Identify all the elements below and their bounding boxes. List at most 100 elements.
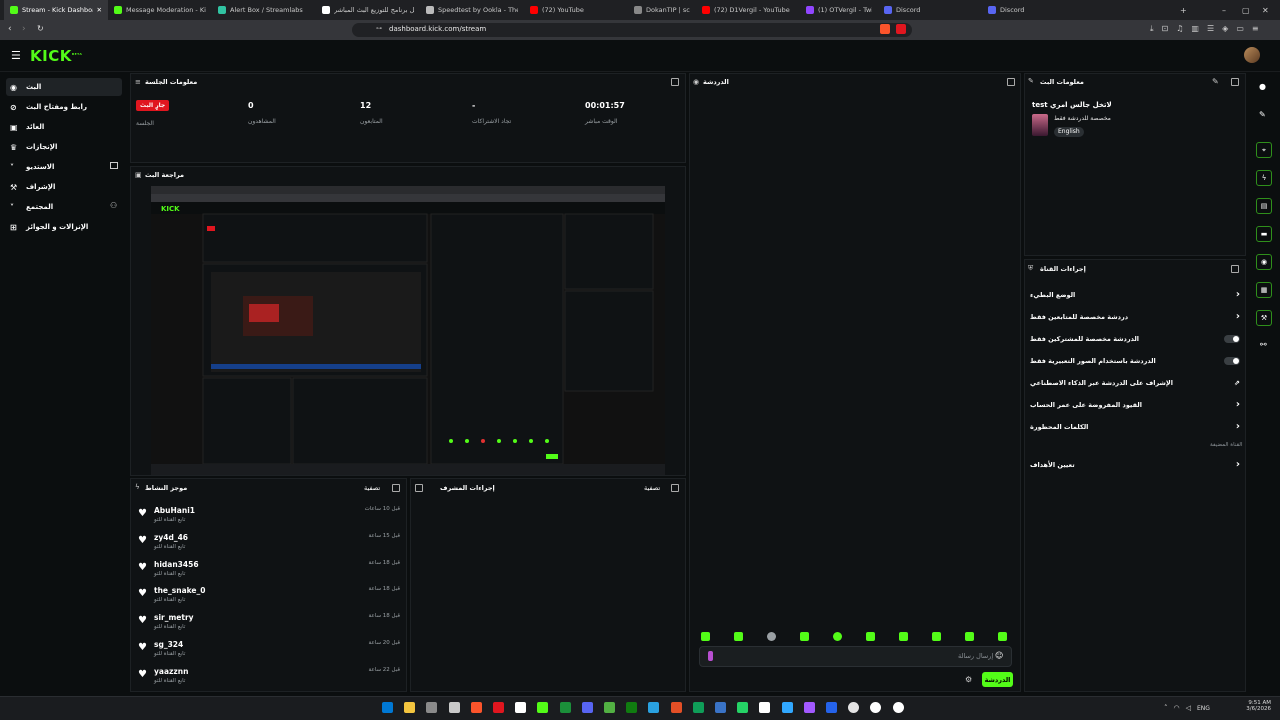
spotify-icon[interactable] bbox=[537, 702, 549, 713]
channel-action-row[interactable]: القيود المفروضة على عمر الحساب › bbox=[1030, 399, 1240, 415]
browser-tab[interactable]: DokanTIP | scrptd bbox=[628, 0, 696, 20]
emote-icon[interactable] bbox=[965, 632, 974, 641]
browser-tab[interactable]: Message Moderation - Kick D bbox=[108, 0, 212, 20]
screenshot-icon[interactable]: ⊡ bbox=[1162, 24, 1169, 36]
browser-tab[interactable]: (72) D1Vergil - YouTube bbox=[696, 0, 800, 20]
xbox-icon[interactable] bbox=[604, 702, 615, 713]
set-goals-row[interactable]: تعيين الأهداف › bbox=[1030, 459, 1240, 475]
follower-name[interactable]: sg_324 bbox=[154, 640, 183, 649]
more-icon[interactable]: ≡ bbox=[1252, 24, 1259, 36]
stream-preview-video[interactable]: KICK bbox=[151, 186, 665, 475]
close-tab-icon[interactable]: ✕ bbox=[97, 6, 102, 14]
info-circle-icon[interactable]: ● bbox=[1259, 82, 1266, 91]
sidebar-item[interactable]: ◉ البث bbox=[6, 78, 122, 96]
mod-filter-button[interactable]: تصفية bbox=[644, 484, 660, 492]
channel-action-row[interactable]: الوضع البطيء › bbox=[1030, 289, 1240, 305]
file-explorer-icon[interactable] bbox=[404, 702, 416, 713]
extension-icon[interactable] bbox=[896, 24, 906, 34]
channel-action-row[interactable]: الكلمات المحظورة › bbox=[1030, 421, 1240, 437]
maximize-button[interactable]: ▢ bbox=[1242, 0, 1250, 20]
steam-icon[interactable] bbox=[715, 702, 726, 713]
site-info-icon[interactable]: ⊶ bbox=[376, 25, 382, 32]
follower-name[interactable]: the_snake_0 bbox=[154, 586, 205, 595]
kick-logo[interactable]: KICKBETA bbox=[30, 47, 82, 65]
share-icon[interactable]: ⚯ bbox=[1260, 340, 1267, 349]
avatar[interactable] bbox=[1244, 47, 1260, 63]
popout-icon[interactable] bbox=[671, 78, 679, 86]
sidebar-item[interactable]: ⊞ الإنزالات و الجوائز bbox=[6, 218, 122, 236]
follower-name[interactable]: sir_metry bbox=[154, 613, 194, 622]
studio-screen-icon[interactable] bbox=[110, 162, 118, 169]
close-window-button[interactable]: ✕ bbox=[1262, 0, 1269, 20]
focus-icon[interactable]: ⌖ bbox=[1256, 142, 1272, 158]
browser-tab[interactable]: أفضل برنامج للتوزيع البث المباشر ... bbox=[316, 0, 420, 20]
telegram-icon[interactable] bbox=[648, 702, 660, 713]
reload-icon[interactable]: ↻ bbox=[37, 24, 44, 33]
clipboard-icon[interactable]: ▤ bbox=[1256, 198, 1272, 214]
save-icon[interactable]: ▦ bbox=[1256, 282, 1272, 298]
sidebar-item[interactable]: ˅ المجتمع bbox=[6, 198, 122, 216]
back-icon[interactable]: ‹ bbox=[8, 24, 12, 34]
community-users-icon[interactable]: ⚇ bbox=[110, 201, 117, 210]
emote-icon[interactable] bbox=[998, 632, 1007, 641]
sidebar-item[interactable]: ⊘ رابط ومفتاح البث bbox=[6, 98, 122, 116]
emote-icon[interactable] bbox=[800, 632, 809, 641]
windows-icon[interactable] bbox=[448, 702, 460, 713]
popout-icon[interactable] bbox=[415, 484, 423, 492]
emote-icon[interactable] bbox=[932, 632, 941, 641]
browser-tab[interactable]: Discord bbox=[982, 0, 1086, 20]
popout-icon[interactable] bbox=[1231, 265, 1239, 273]
follower-name[interactable]: AbuHani1 bbox=[154, 506, 195, 515]
brave-shield-icon[interactable] bbox=[880, 24, 890, 34]
channel-action-row[interactable]: دردشة مخصصة للمتابعين فقط › bbox=[1030, 311, 1240, 327]
settings-icon[interactable] bbox=[759, 702, 771, 713]
chrome-icon[interactable] bbox=[670, 702, 682, 713]
wallet-icon[interactable]: ▭ bbox=[1236, 24, 1244, 36]
browser-tab[interactable]: Stream - Kick Dashboa ✕ bbox=[4, 0, 108, 20]
capcut-icon[interactable] bbox=[892, 702, 904, 713]
send-chat-button[interactable]: الدردشة bbox=[982, 672, 1013, 687]
hamburger-menu-icon[interactable]: ☰ bbox=[11, 49, 21, 62]
popout-icon[interactable] bbox=[1231, 78, 1239, 86]
network-icon[interactable]: ◠ bbox=[1174, 704, 1180, 712]
obs-icon[interactable] bbox=[803, 702, 815, 713]
forward-icon[interactable]: › bbox=[22, 24, 26, 34]
toggle-switch[interactable] bbox=[1224, 357, 1240, 365]
media-icon[interactable]: ♫ bbox=[1176, 24, 1183, 36]
emoji-icon[interactable]: ☺ bbox=[995, 651, 1003, 660]
popout-icon[interactable] bbox=[392, 484, 400, 492]
broadcast-icon[interactable]: ◉ bbox=[1256, 254, 1272, 270]
sidebar-item[interactable]: ♛ الإنجازات bbox=[6, 138, 122, 156]
vpn-icon[interactable]: ◈ bbox=[1222, 24, 1228, 36]
minimize-button[interactable]: – bbox=[1222, 0, 1226, 20]
popout-icon[interactable] bbox=[671, 484, 679, 492]
follower-name[interactable]: zy4d_46 bbox=[154, 533, 188, 542]
follower-name[interactable]: yaazznn bbox=[154, 667, 188, 676]
popout-icon[interactable] bbox=[1007, 78, 1015, 86]
emote-icon[interactable] bbox=[767, 632, 776, 641]
edit-icon[interactable]: ✎ bbox=[1212, 77, 1219, 86]
stream-category[interactable]: مخصصة للدردشة فقط bbox=[1054, 115, 1111, 122]
whatsapp-icon[interactable] bbox=[737, 702, 749, 713]
emote-icon[interactable] bbox=[734, 632, 743, 641]
opera-icon[interactable] bbox=[493, 702, 504, 713]
chevron-up-icon[interactable]: ˄ bbox=[1164, 704, 1168, 712]
language-indicator[interactable]: ENG bbox=[1197, 705, 1210, 712]
edit-pencil-icon[interactable]: ✎ bbox=[1259, 110, 1266, 119]
menu-icon[interactable]: ☰ bbox=[1207, 24, 1214, 36]
toggle-switch[interactable] bbox=[1224, 335, 1240, 343]
discord-icon[interactable] bbox=[581, 702, 593, 713]
sidebar-item[interactable]: ˅ الاستديو bbox=[6, 158, 122, 176]
settings-gear-icon[interactable]: ⚙ bbox=[965, 675, 972, 684]
kick-icon[interactable] bbox=[515, 702, 527, 713]
browser-tab[interactable]: Discord bbox=[878, 0, 982, 20]
activity-filter-button[interactable]: تصفية bbox=[364, 484, 380, 492]
emote-icon[interactable] bbox=[701, 632, 710, 641]
sheets-icon[interactable] bbox=[692, 702, 704, 713]
photoshop-icon[interactable] bbox=[781, 702, 793, 713]
sidebar-icon[interactable]: ▥ bbox=[1191, 24, 1199, 36]
follower-name[interactable]: hidan3456 bbox=[154, 560, 199, 569]
clock[interactable]: 9:51 AM 3/6/2026 bbox=[1243, 700, 1271, 712]
channel-action-row[interactable]: الإشراف على الدردشة عبر الذكاء الاصطناعي… bbox=[1030, 379, 1240, 393]
browser-tab[interactable]: (1) OTVergil - Twitch حول bbox=[800, 0, 878, 20]
